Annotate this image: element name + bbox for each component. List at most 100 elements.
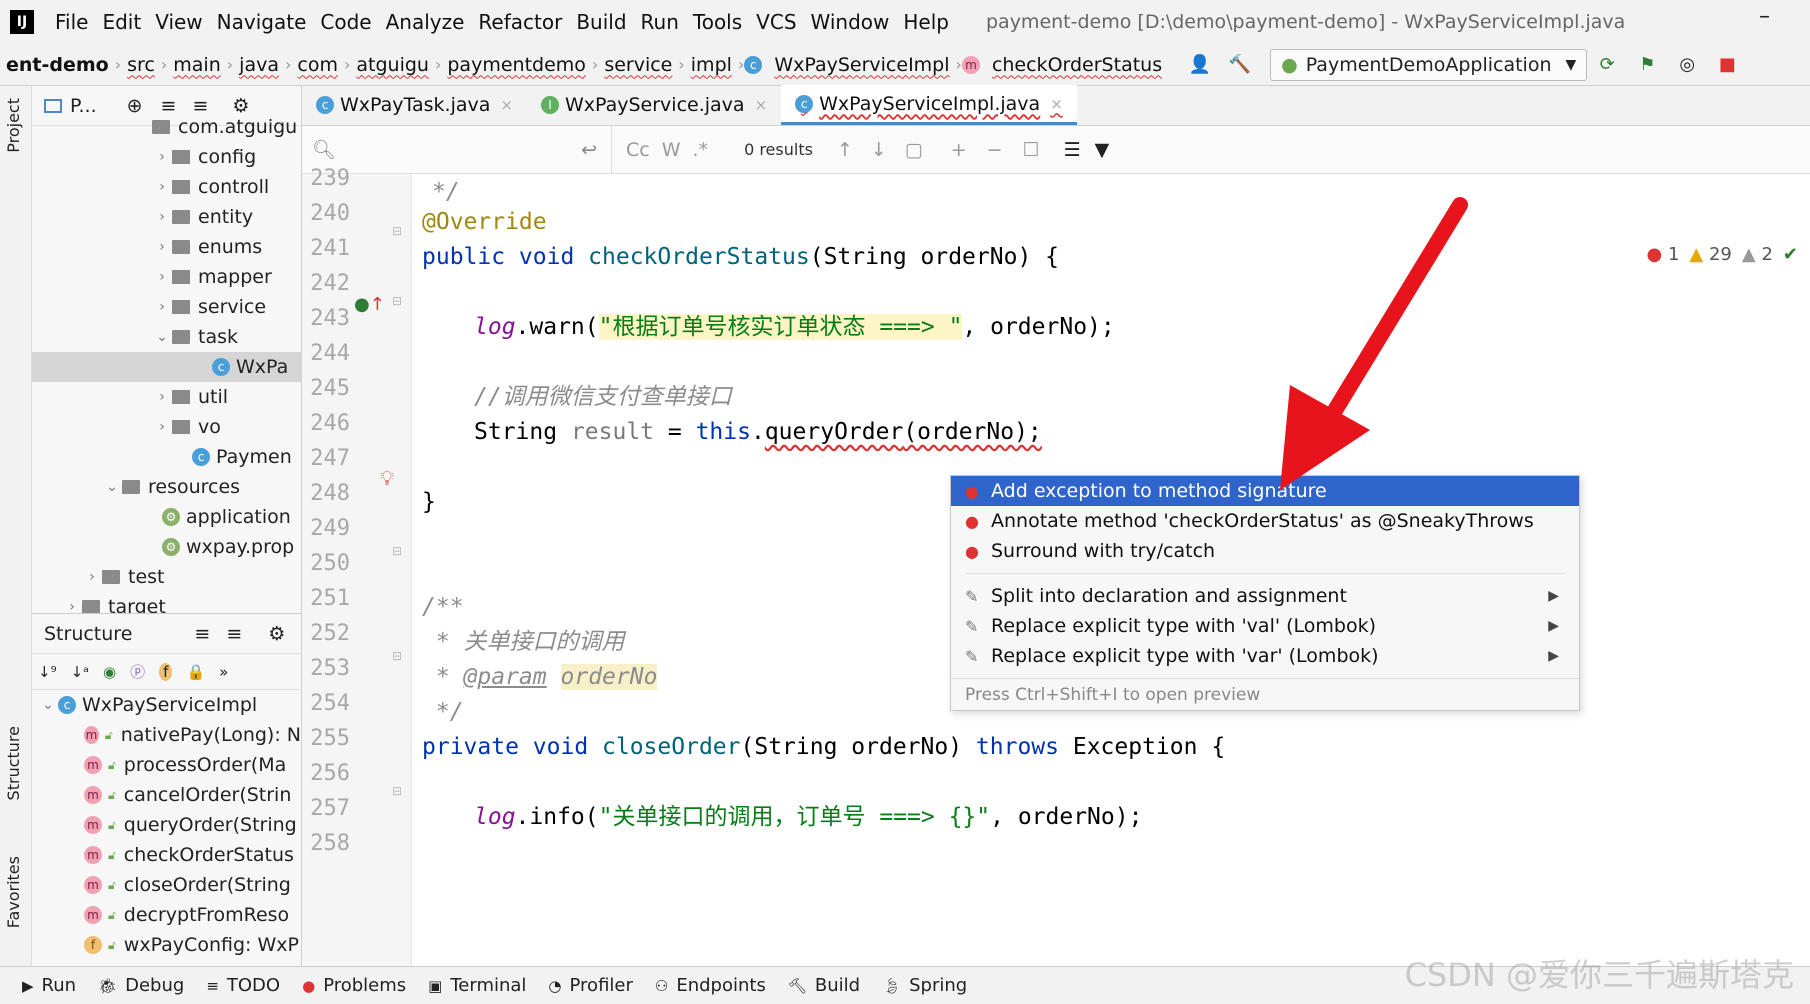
collapse-all-icon[interactable]: ≡ [226, 623, 242, 645]
breadcrumb-item[interactable]: checkOrderStatus [986, 54, 1168, 76]
menu-run[interactable]: Run [634, 10, 686, 34]
override-marker-icon[interactable]: ●↑ [354, 294, 385, 315]
editor-tab[interactable]: c WxPayTask.java × [302, 85, 527, 125]
editor-tab[interactable]: I WxPayService.java × [527, 85, 781, 125]
tool-window-run[interactable]: ▶ Run [22, 975, 76, 996]
editor-tab[interactable]: c WxPayServiceImpl.java × [781, 85, 1077, 125]
breadcrumb-item[interactable]: main [167, 54, 226, 76]
structure-member[interactable]: m 🔓︎ processOrder(Ma [32, 750, 301, 780]
project-tree-item[interactable]: › test [32, 562, 301, 592]
remove-selection-icon[interactable]: − [987, 139, 1003, 161]
breadcrumb-item[interactable]: atguigu [350, 54, 435, 76]
breadcrumb-item[interactable]: src [121, 54, 161, 76]
tool-window-spring[interactable]: 🍃︎ Spring [882, 975, 967, 996]
chevron-down-icon[interactable]: ⌄ [102, 479, 122, 495]
structure-member[interactable]: m 🔓︎ decryptFromReso [32, 900, 301, 930]
structure-member[interactable]: m 🔓︎ cancelOrder(Strin [32, 780, 301, 810]
project-tree-item[interactable]: › target [32, 592, 301, 613]
tool-window-profiler[interactable]: ◔ Profiler [548, 975, 632, 996]
tool-window-problems[interactable]: ● Problems [302, 975, 406, 996]
quick-fix-item[interactable]: ● Annotate method 'checkOrderStatus' as @… [951, 506, 1579, 536]
select-all-occurrences-icon[interactable]: ▢ [905, 139, 923, 161]
filter-options-icon[interactable]: ☰ [1064, 139, 1081, 161]
next-occurrence-icon[interactable]: ↓ [871, 139, 887, 161]
quick-fix-item[interactable]: ✎ Replace explicit type with 'var' (Lombo… [951, 641, 1579, 671]
menu-analyze[interactable]: Analyze [379, 10, 472, 34]
rerun-icon[interactable]: ⟳ [1595, 53, 1619, 77]
coverage-icon[interactable]: ⚑ [1635, 53, 1659, 77]
tool-window-terminal[interactable]: ▣ Terminal [428, 975, 526, 996]
project-tree-item[interactable]: › util [32, 382, 301, 412]
regex-toggle[interactable]: .* [693, 139, 709, 161]
menu-refactor[interactable]: Refactor [471, 10, 569, 34]
tool-window-debug[interactable]: 🐞︎ Debug [98, 975, 184, 996]
menu-help[interactable]: Help [896, 10, 956, 34]
hammer-icon[interactable]: 🔨 [1228, 53, 1252, 77]
minimize-button[interactable]: – [1759, 4, 1770, 29]
project-tree-item[interactable]: ⌄ resources [32, 472, 301, 502]
tool-window-endpoints[interactable]: ⚇ Endpoints [655, 975, 766, 996]
project-tree-item[interactable]: ⚙ application [32, 502, 301, 532]
breadcrumb-item[interactable]: service [598, 54, 678, 76]
chevron-right-icon[interactable]: › [152, 389, 172, 405]
breadcrumb-item[interactable]: com [291, 54, 344, 76]
breadcrumb-item[interactable]: ent-demo [0, 54, 115, 76]
project-tree-item[interactable]: › vo [32, 412, 301, 442]
fold-marker-icon[interactable]: ⊟ [392, 224, 402, 238]
chevron-right-icon[interactable]: › [152, 419, 172, 435]
user-icon[interactable]: 👤 [1188, 53, 1212, 77]
expand-all-icon[interactable]: ≡ [194, 623, 210, 645]
sort-alpha-icon[interactable]: ↓ᵃ [71, 663, 89, 681]
chevron-right-icon[interactable]: › [152, 149, 172, 165]
chevron-right-icon[interactable]: › [82, 569, 102, 585]
fold-marker-icon[interactable]: ⊟ [392, 544, 402, 558]
menu-navigate[interactable]: Navigate [210, 10, 314, 34]
project-tree-item[interactable]: c WxPa [32, 352, 301, 382]
project-tree-item[interactable]: ⚙ wxpay.prop [32, 532, 301, 562]
show-fields-icon[interactable]: f [159, 662, 173, 681]
project-tree-item[interactable]: › enums [32, 232, 301, 262]
menu-vcs[interactable]: VCS [749, 10, 803, 34]
menu-window[interactable]: Window [804, 10, 897, 34]
structure-side-tab[interactable]: Structure [4, 726, 23, 800]
structure-member[interactable]: f 🔓︎ wxPayConfig: WxP [32, 930, 301, 960]
show-properties-icon[interactable]: ⓟ [130, 661, 145, 682]
structure-member[interactable]: m 🔓︎ queryOrder(String [32, 810, 301, 840]
quick-fix-item[interactable]: ● Surround with try/catch [951, 536, 1579, 566]
project-tree-item[interactable]: › mapper [32, 262, 301, 292]
chevron-right-icon[interactable]: › [152, 269, 172, 285]
gear-icon[interactable]: ⚙ [268, 623, 285, 645]
project-tree-item[interactable]: ⌄ task [32, 322, 301, 352]
add-selection-icon[interactable]: + [951, 139, 967, 161]
menu-build[interactable]: Build [569, 10, 633, 34]
quick-fix-item[interactable]: ✎ Replace explicit type with 'val' (Lombo… [951, 611, 1579, 641]
select-occurrences-icon[interactable]: ☐ [1023, 139, 1040, 161]
tool-window-todo[interactable]: ≡ TODO [206, 975, 280, 996]
menu-edit[interactable]: Edit [95, 10, 148, 34]
breadcrumb-item[interactable]: WxPayServiceImpl [768, 54, 955, 76]
show-inherited-icon[interactable]: ◉ [103, 663, 116, 681]
filter-icon[interactable]: ▼ [1095, 139, 1110, 161]
more-icon[interactable]: » [219, 663, 228, 681]
structure-member[interactable]: m 🔓︎ nativePay(Long): N [32, 720, 301, 750]
chevron-right-icon[interactable]: › [152, 209, 172, 225]
match-case-toggle[interactable]: Cc [626, 139, 650, 161]
locate-icon[interactable]: ⊕ [127, 95, 143, 117]
lock-icon[interactable]: 🔒 [186, 663, 205, 681]
chevron-down-icon[interactable]: ⌄ [152, 329, 172, 345]
fold-marker-icon[interactable]: ⊟ [392, 649, 402, 663]
run-configuration-select[interactable]: ● PaymentDemoApplication ▼ [1270, 48, 1588, 81]
breadcrumb-item[interactable]: paymentdemo [441, 54, 592, 76]
close-icon[interactable]: × [755, 96, 768, 114]
project-tree-item[interactable]: › service [32, 292, 301, 322]
chevron-right-icon[interactable]: › [152, 239, 172, 255]
close-icon[interactable]: × [1050, 95, 1063, 113]
sort-by-visibility-icon[interactable]: ↓⁹ [38, 663, 57, 681]
quick-fix-item[interactable]: ✎ Split into declaration and assignment ▶ [951, 581, 1579, 611]
fold-marker-icon[interactable]: ⊟ [392, 784, 402, 798]
breadcrumb-item[interactable]: impl [685, 54, 738, 76]
tool-window-build[interactable]: 🔨︎ Build [788, 975, 860, 996]
chevron-right-icon[interactable]: › [152, 179, 172, 195]
project-side-tab[interactable]: Project [4, 98, 23, 153]
breadcrumb-item[interactable]: java [233, 54, 285, 76]
